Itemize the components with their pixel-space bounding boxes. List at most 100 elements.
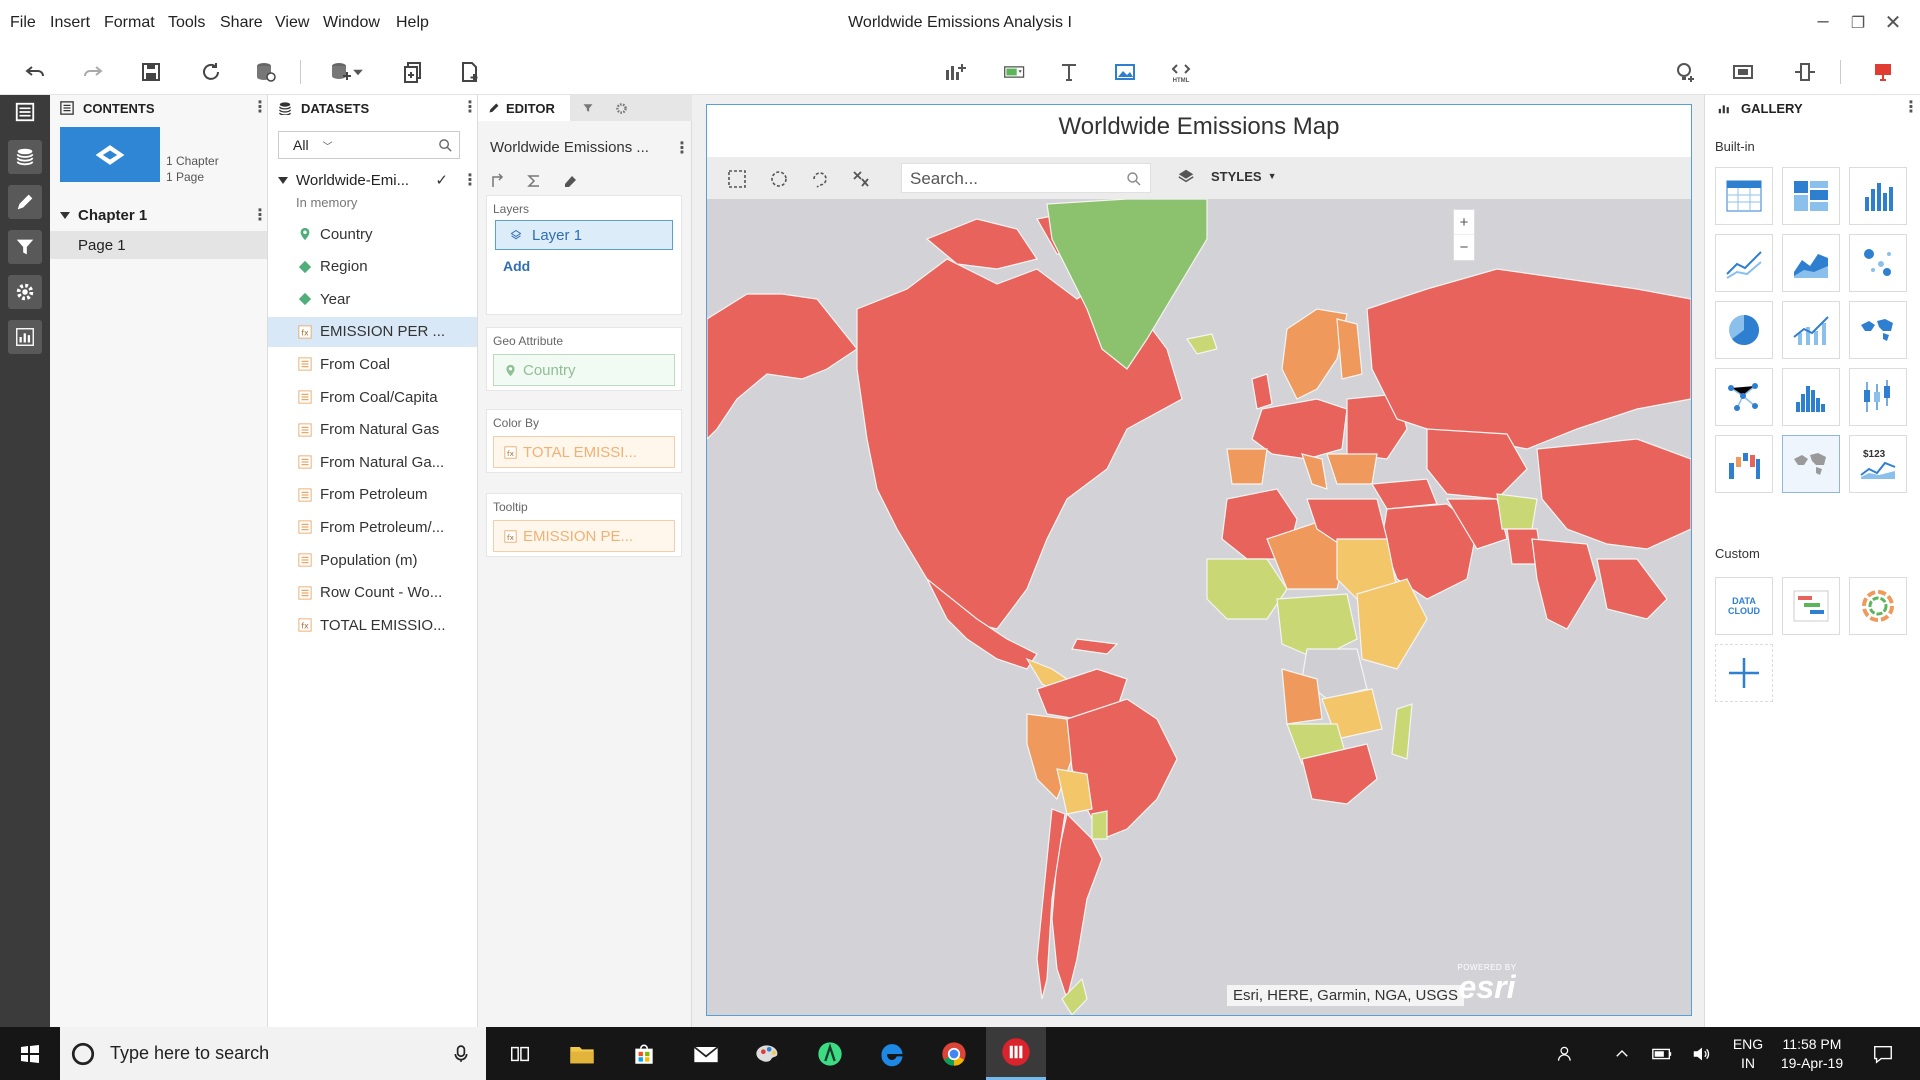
gallery-box-plot[interactable]: [1849, 368, 1907, 426]
insert-filter-icon[interactable]: [998, 58, 1032, 86]
present-icon[interactable]: [1868, 58, 1898, 86]
clock[interactable]: 11:58 PM 19-Apr-19: [1774, 1035, 1850, 1073]
dataset-object-item[interactable]: From Coal: [298, 349, 467, 379]
gallery-add-custom[interactable]: [1715, 644, 1773, 702]
format-panel-icon[interactable]: [8, 275, 42, 309]
eraser-icon[interactable]: [562, 173, 578, 189]
dataset-object-item[interactable]: Population (m): [298, 545, 467, 575]
chapter-row[interactable]: Chapter 1: [60, 207, 147, 224]
people-icon[interactable]: [1546, 1027, 1586, 1080]
layer-1-item[interactable]: Layer 1: [495, 220, 673, 250]
geo-attribute-dropzone[interactable]: Country: [493, 354, 675, 386]
data-source-icon[interactable]: [250, 58, 280, 86]
dataset-object-item[interactable]: fx EMISSION PER ...: [268, 316, 477, 347]
dataset-object-item[interactable]: From Natural Gas: [298, 415, 467, 445]
undo-icon[interactable]: [20, 58, 50, 86]
dataset-object-item[interactable]: Region: [298, 252, 467, 282]
minimize-icon[interactable]: –: [1808, 10, 1838, 33]
clear-selection-icon[interactable]: [851, 169, 871, 189]
gallery-circle-chart[interactable]: [1849, 577, 1907, 635]
presentation-mode-icon[interactable]: [1728, 58, 1758, 86]
close-icon[interactable]: ✕: [1878, 10, 1908, 35]
file-explorer-icon[interactable]: [552, 1027, 612, 1080]
map-canvas[interactable]: + − Esri, HERE, Garmin, NGA, USGS POWERE…: [707, 199, 1691, 1015]
gallery-line-chart[interactable]: [1715, 234, 1773, 292]
contents-panel-icon[interactable]: [8, 95, 42, 129]
menu-share[interactable]: Share: [220, 14, 263, 32]
gallery-histogram[interactable]: [1782, 368, 1840, 426]
gallery-pie-chart[interactable]: [1715, 301, 1773, 359]
menu-insert[interactable]: Insert: [50, 14, 90, 32]
gallery-dual-axis[interactable]: [1782, 301, 1840, 359]
lasso-select-icon[interactable]: [810, 169, 830, 189]
chrome-icon[interactable]: [924, 1027, 984, 1080]
restore-icon[interactable]: ❐: [1843, 13, 1873, 33]
gallery-menu-icon[interactable]: ⋮: [1903, 100, 1919, 116]
action-center-icon[interactable]: [1858, 1027, 1908, 1080]
gallery-waterfall[interactable]: [1715, 435, 1773, 493]
viz-menu-icon[interactable]: ⋮: [674, 141, 690, 157]
dataset-menu-icon[interactable]: ⋮: [462, 173, 478, 189]
show-hidden-icons-icon[interactable]: [1604, 1027, 1640, 1080]
dataset-object-item[interactable]: From Coal/Capita: [298, 382, 467, 412]
dataset-filter-select[interactable]: All ﹀: [278, 131, 460, 159]
styles-dropdown[interactable]: STYLES ▼: [1177, 167, 1277, 185]
dataset-object-item[interactable]: Year: [298, 284, 467, 314]
insert-html-icon[interactable]: HTML: [1166, 58, 1196, 86]
insert-image-icon[interactable]: [1110, 58, 1140, 86]
dataset-object-item[interactable]: Country: [298, 219, 467, 249]
menu-view[interactable]: View: [275, 14, 309, 32]
dataset-object-item[interactable]: fx TOTAL EMISSIO...: [298, 610, 467, 640]
map-search-icon[interactable]: [1126, 171, 1142, 187]
redo-icon[interactable]: [78, 58, 108, 86]
refresh-icon[interactable]: [196, 58, 226, 86]
volume-icon[interactable]: [1684, 1027, 1720, 1080]
chapter-collapse-icon[interactable]: [60, 212, 70, 219]
tab-format[interactable]: [606, 95, 636, 121]
swap-axes-icon[interactable]: [490, 173, 506, 189]
microstrategy-icon[interactable]: [986, 1027, 1046, 1080]
fit-to-panel-icon[interactable]: [1790, 58, 1820, 86]
task-view-icon[interactable]: [490, 1027, 550, 1080]
gallery-gantt-chart[interactable]: [1782, 577, 1840, 635]
dataset-collapse-icon[interactable]: [278, 176, 288, 184]
dataset-search-icon[interactable]: [438, 138, 453, 153]
page-row[interactable]: Page 1: [50, 231, 267, 259]
battery-icon[interactable]: [1644, 1027, 1680, 1080]
save-icon[interactable]: [136, 58, 166, 86]
gallery-map-selected[interactable]: [1782, 435, 1840, 493]
filter-panel-icon[interactable]: [8, 230, 42, 264]
circle-select-icon[interactable]: [769, 169, 789, 189]
microphone-icon[interactable]: [452, 1044, 470, 1064]
paint-icon[interactable]: [738, 1027, 798, 1080]
store-icon[interactable]: [614, 1027, 674, 1080]
insert-visualization-icon[interactable]: [940, 58, 970, 86]
add-layer-button[interactable]: Add: [503, 258, 530, 274]
menu-window[interactable]: Window: [323, 14, 380, 32]
tab-filter[interactable]: [573, 95, 603, 121]
color-by-dropzone[interactable]: fx TOTAL EMISSI...: [493, 436, 675, 468]
tooltip-dropzone[interactable]: fx EMISSION PE...: [493, 520, 675, 552]
dataset-object-item[interactable]: From Petroleum: [298, 480, 467, 510]
editor-panel-icon[interactable]: [8, 185, 42, 219]
menu-format[interactable]: Format: [104, 14, 155, 32]
datasets-menu-icon[interactable]: ⋮: [462, 100, 478, 116]
dataset-object-item[interactable]: Row Count - Wo...: [298, 578, 467, 608]
dataset-object-item[interactable]: From Petroleum/...: [298, 512, 467, 542]
menu-help[interactable]: Help: [396, 14, 429, 32]
suggestions-icon[interactable]: [1670, 58, 1700, 86]
gallery-compound-grid[interactable]: [1782, 167, 1840, 225]
gallery-network[interactable]: [1715, 368, 1773, 426]
windows-start-icon[interactable]: [0, 1027, 60, 1080]
datasets-panel-icon[interactable]: [8, 140, 42, 174]
edge-icon[interactable]: [862, 1027, 922, 1080]
mail-icon[interactable]: [676, 1027, 736, 1080]
gallery-kpi[interactable]: $123: [1849, 435, 1907, 493]
chapter-thumbnail[interactable]: [60, 127, 160, 182]
sigma-icon[interactable]: [526, 173, 542, 189]
gallery-data-cloud[interactable]: DATA CLOUD: [1715, 577, 1773, 635]
gallery-bubble-chart[interactable]: [1849, 234, 1907, 292]
contents-menu-icon[interactable]: ⋮: [252, 100, 268, 116]
menu-file[interactable]: File: [10, 14, 36, 32]
zoom-in-button[interactable]: +: [1454, 210, 1474, 235]
